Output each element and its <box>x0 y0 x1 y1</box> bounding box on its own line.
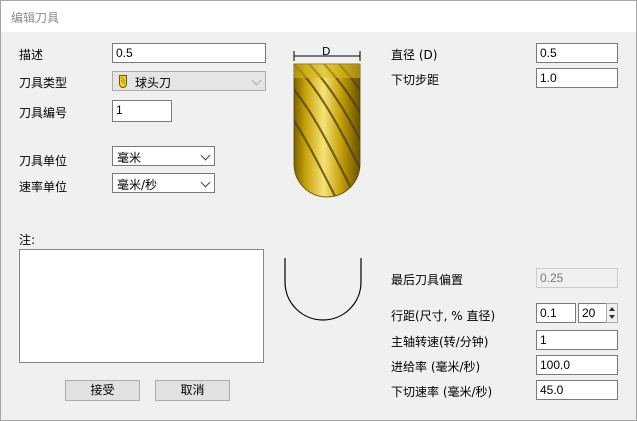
title-bar: 编辑刀具 <box>1 1 636 32</box>
description-label: 描述 <box>19 48 44 62</box>
plunge-rate-label: 下切速率 (毫米/秒) <box>391 385 493 399</box>
tool-type-label: 刀具类型 <box>19 76 68 90</box>
notes-textarea[interactable] <box>19 249 264 363</box>
rate-units-value: 毫米/秒 <box>117 178 158 192</box>
chevron-down-icon <box>200 177 211 188</box>
spin-up-icon[interactable] <box>609 307 615 311</box>
spindle-speed-input[interactable]: 1 <box>536 330 618 350</box>
tool-number-label: 刀具编号 <box>19 106 68 120</box>
final-offset-label: 最后刀具偏置 <box>391 273 464 287</box>
diameter-label: 直径 (D) <box>391 48 438 62</box>
tool-type-select[interactable]: 球头刀 <box>112 71 266 91</box>
ball-nose-tool-icon <box>119 75 127 88</box>
stepdown-input[interactable]: 1.0 <box>536 68 618 88</box>
feed-rate-label: 进给率 (毫米/秒) <box>391 360 481 374</box>
edit-tool-dialog: 编辑刀具 描述 0.5 刀具类型 球头刀 刀具编号 1 刀具单位 毫米 速率单位… <box>0 0 637 421</box>
tool-units-value: 毫米 <box>117 151 142 165</box>
stepdown-label: 下切步距 <box>391 73 440 87</box>
diameter-dimension-label: D <box>322 45 331 58</box>
chevron-down-icon <box>200 150 211 161</box>
accept-button[interactable]: 接受 <box>65 380 140 401</box>
feed-rate-input[interactable]: 100.0 <box>536 355 618 375</box>
plunge-rate-input[interactable]: 45.0 <box>536 380 618 400</box>
window-title: 编辑刀具 <box>11 11 60 25</box>
tool-number-input[interactable]: 1 <box>112 100 172 122</box>
tool-units-select[interactable]: 毫米 <box>112 146 215 166</box>
notes-label: 注: <box>19 233 36 247</box>
tool-units-label: 刀具单位 <box>19 154 68 168</box>
rate-units-label: 速率单位 <box>19 180 68 194</box>
final-offset-input: 0.25 <box>536 268 618 288</box>
chevron-down-icon <box>251 75 262 86</box>
cancel-button[interactable]: 取消 <box>155 380 230 401</box>
stepover-percent-input[interactable]: 20 <box>578 303 607 323</box>
rate-units-select[interactable]: 毫米/秒 <box>112 173 215 193</box>
tool-type-value: 球头刀 <box>135 76 172 90</box>
description-input[interactable]: 0.5 <box>112 43 266 63</box>
tool-profile-diagram <box>284 258 362 321</box>
spindle-speed-label: 主轴转速(转/分钟) <box>391 335 489 349</box>
stepover-percent-spinner[interactable] <box>606 303 618 323</box>
spin-down-icon[interactable] <box>609 315 615 319</box>
diameter-input[interactable]: 0.5 <box>536 43 618 63</box>
dialog-body: 描述 0.5 刀具类型 球头刀 刀具编号 1 刀具单位 毫米 速率单位 毫米/秒… <box>4 32 633 417</box>
stepover-label: 行距(尺寸, % 直径) <box>391 309 496 323</box>
stepover-input[interactable]: 0.1 <box>536 303 576 323</box>
tool-preview-image <box>293 51 361 198</box>
